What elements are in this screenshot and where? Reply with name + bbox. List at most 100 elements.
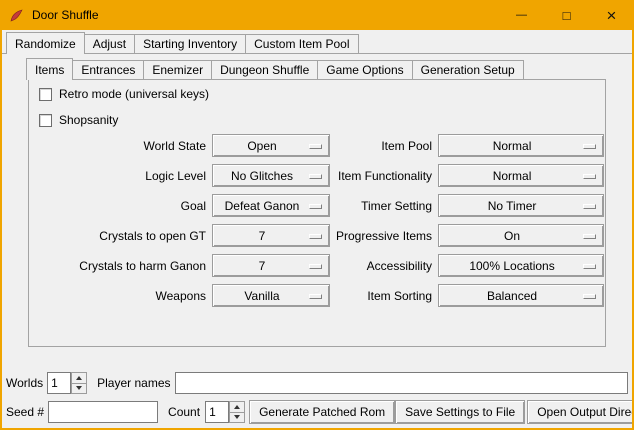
dropdown-item-sorting-value: Balanced xyxy=(487,289,537,303)
worlds-spinner-buttons xyxy=(71,372,87,394)
dropdown-indicator-icon xyxy=(583,294,596,299)
dropdown-item-pool-value: Normal xyxy=(493,139,532,153)
retro-mode-label: Retro mode (universal keys) xyxy=(59,87,209,101)
worlds-row: Worlds Player names xyxy=(6,372,628,394)
tab-adjust[interactable]: Adjust xyxy=(84,34,135,53)
player-names-input[interactable] xyxy=(175,372,629,394)
crystals-harm-ganon-label: Crystals to harm Ganon xyxy=(29,259,206,273)
count-spinner-buttons xyxy=(229,401,245,423)
item-functionality-label: Item Functionality xyxy=(336,169,432,183)
shopsanity-label: Shopsanity xyxy=(59,113,118,127)
generate-patched-rom-button[interactable]: Generate Patched Rom xyxy=(249,400,395,424)
item-pool-label: Item Pool xyxy=(336,139,432,153)
dropdown-indicator-icon xyxy=(583,234,596,239)
dropdown-indicator-icon xyxy=(583,264,596,269)
accessibility-label: Accessibility xyxy=(336,259,432,273)
dropdown-crystals-open-gt-value: 7 xyxy=(259,229,266,243)
shopsanity-checkbox[interactable]: Shopsanity xyxy=(39,112,605,128)
outer-tab-bar: Randomize Adjust Starting Inventory Cust… xyxy=(6,32,632,53)
dropdown-weapons-value: Vanilla xyxy=(244,289,279,303)
dropdown-item-sorting[interactable]: Balanced xyxy=(438,284,604,307)
dropdown-item-functionality[interactable]: Normal xyxy=(438,164,604,187)
tab-entrances[interactable]: Entrances xyxy=(72,60,144,79)
items-panel: Retro mode (universal keys) Shopsanity W… xyxy=(28,79,606,347)
arrow-up-icon xyxy=(234,405,240,409)
titlebar[interactable]: Door Shuffle — □ × xyxy=(0,0,634,30)
close-icon: × xyxy=(607,7,617,24)
dropdown-indicator-icon xyxy=(309,294,322,299)
worlds-label: Worlds xyxy=(6,376,43,390)
dropdown-indicator-icon xyxy=(309,174,322,179)
seed-label: Seed # xyxy=(6,405,44,419)
app-icon xyxy=(9,8,24,23)
dropdown-crystals-harm-ganon[interactable]: 7 xyxy=(212,254,330,277)
window: Door Shuffle — □ × Randomize Adjust Star… xyxy=(0,0,634,430)
count-spinner-input[interactable] xyxy=(205,401,229,423)
logic-level-label: Logic Level xyxy=(29,169,206,183)
open-output-directory-button[interactable]: Open Output Directory xyxy=(527,400,632,424)
count-spinner-down[interactable] xyxy=(229,413,245,424)
progressive-items-label: Progressive Items xyxy=(336,229,432,243)
tab-randomize[interactable]: Randomize xyxy=(6,32,85,54)
dropdown-progressive-items[interactable]: On xyxy=(438,224,604,247)
client-area: Randomize Adjust Starting Inventory Cust… xyxy=(2,30,632,428)
arrow-up-icon xyxy=(76,376,82,380)
tab-starting-inventory[interactable]: Starting Inventory xyxy=(134,34,246,53)
dropdown-progressive-items-value: On xyxy=(504,229,520,243)
dropdown-crystals-harm-ganon-value: 7 xyxy=(259,259,266,273)
window-title: Door Shuffle xyxy=(32,8,99,22)
count-spinner-up[interactable] xyxy=(229,401,245,413)
tab-enemizer[interactable]: Enemizer xyxy=(143,60,212,79)
goal-label: Goal xyxy=(29,199,206,213)
player-names-label: Player names xyxy=(97,376,170,390)
dropdown-item-functionality-value: Normal xyxy=(493,169,532,183)
dropdown-weapons[interactable]: Vanilla xyxy=(212,284,330,307)
tab-game-options[interactable]: Game Options xyxy=(317,60,412,79)
dropdown-logic-level[interactable]: No Glitches xyxy=(212,164,330,187)
dropdown-indicator-icon xyxy=(309,264,322,269)
arrow-down-icon xyxy=(234,415,240,419)
dropdown-accessibility[interactable]: 100% Locations xyxy=(438,254,604,277)
inner-tab-bar: Items Entrances Enemizer Dungeon Shuffle… xyxy=(26,58,524,79)
shopsanity-checkbox-box xyxy=(39,114,52,127)
worlds-spinner-down[interactable] xyxy=(71,384,87,395)
dropdown-timer-setting[interactable]: No Timer xyxy=(438,194,604,217)
dropdown-world-state-value: Open xyxy=(247,139,276,153)
dropdown-indicator-icon xyxy=(583,174,596,179)
maximize-button[interactable]: □ xyxy=(544,0,589,30)
minimize-button[interactable]: — xyxy=(499,0,544,30)
dropdown-accessibility-value: 100% Locations xyxy=(469,259,554,273)
save-settings-button[interactable]: Save Settings to File xyxy=(395,400,525,424)
maximize-icon: □ xyxy=(563,8,571,23)
dropdown-indicator-icon xyxy=(583,204,596,209)
worlds-spinner-input[interactable] xyxy=(47,372,71,394)
dropdown-world-state[interactable]: Open xyxy=(212,134,330,157)
weapons-label: Weapons xyxy=(29,289,206,303)
settings-grid: World State Open Item Pool Normal Logic … xyxy=(29,134,605,307)
tab-dungeon-shuffle[interactable]: Dungeon Shuffle xyxy=(211,60,318,79)
retro-mode-checkbox[interactable]: Retro mode (universal keys) xyxy=(39,86,605,102)
close-button[interactable]: × xyxy=(589,0,634,30)
dropdown-timer-setting-value: No Timer xyxy=(488,199,537,213)
dropdown-goal-value: Defeat Ganon xyxy=(225,199,300,213)
tab-generation-setup[interactable]: Generation Setup xyxy=(412,60,524,79)
arrow-down-icon xyxy=(76,386,82,390)
dropdown-indicator-icon xyxy=(309,204,322,209)
window-controls: — □ × xyxy=(499,0,634,30)
count-label: Count xyxy=(168,405,200,419)
dropdown-indicator-icon xyxy=(583,144,596,149)
dropdown-indicator-icon xyxy=(309,234,322,239)
crystals-open-gt-label: Crystals to open GT xyxy=(29,229,206,243)
tab-custom-item-pool[interactable]: Custom Item Pool xyxy=(245,34,358,53)
count-spinner xyxy=(205,401,245,423)
dropdown-goal[interactable]: Defeat Ganon xyxy=(212,194,330,217)
dropdown-item-pool[interactable]: Normal xyxy=(438,134,604,157)
tab-items[interactable]: Items xyxy=(26,58,73,80)
dropdown-crystals-open-gt[interactable]: 7 xyxy=(212,224,330,247)
seed-input[interactable] xyxy=(48,401,158,423)
world-state-label: World State xyxy=(29,139,206,153)
dropdown-indicator-icon xyxy=(309,144,322,149)
timer-setting-label: Timer Setting xyxy=(336,199,432,213)
retro-mode-checkbox-box xyxy=(39,88,52,101)
worlds-spinner-up[interactable] xyxy=(71,372,87,384)
